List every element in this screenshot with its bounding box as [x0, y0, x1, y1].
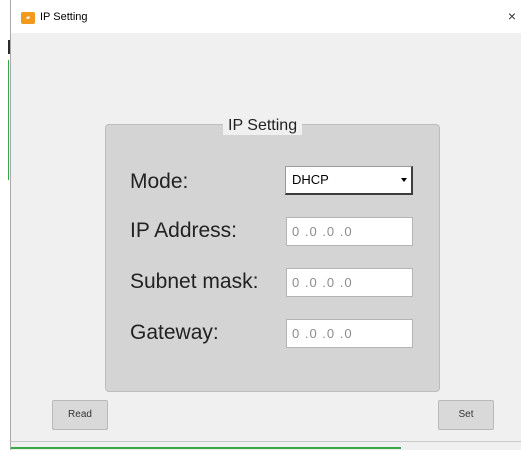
- background-taskbar-line: [11, 447, 401, 449]
- app-logo-icon: ▰: [21, 12, 35, 24]
- group-title: IP Setting: [223, 117, 303, 135]
- gateway-label: Gateway:: [130, 321, 219, 344]
- window-title: IP Setting: [40, 11, 88, 23]
- mode-select-value: DHCP: [292, 172, 329, 187]
- set-button[interactable]: Set: [438, 400, 494, 430]
- subnet-mask-field[interactable]: 0 .0 .0 .0: [286, 268, 413, 297]
- mode-select[interactable]: DHCP: [285, 166, 413, 195]
- ip-address-field[interactable]: 0 .0 .0 .0: [286, 217, 413, 246]
- ip-setting-window: ▰ IP Setting × IP Setting Mode: DHCP IP …: [10, 0, 521, 450]
- ip-address-label: IP Address:: [130, 219, 238, 242]
- gateway-field[interactable]: 0 .0 .0 .0: [286, 319, 413, 348]
- title-bar: ▰ IP Setting ×: [11, 0, 521, 33]
- mode-label: Mode:: [130, 170, 189, 193]
- read-button[interactable]: Read: [52, 400, 108, 430]
- dropdown-arrow-icon[interactable]: [401, 178, 407, 182]
- edge-mark: [8, 60, 9, 180]
- subnet-mask-label: Subnet mask:: [130, 270, 259, 293]
- ip-setting-group: [105, 124, 440, 392]
- close-button[interactable]: ×: [503, 6, 521, 26]
